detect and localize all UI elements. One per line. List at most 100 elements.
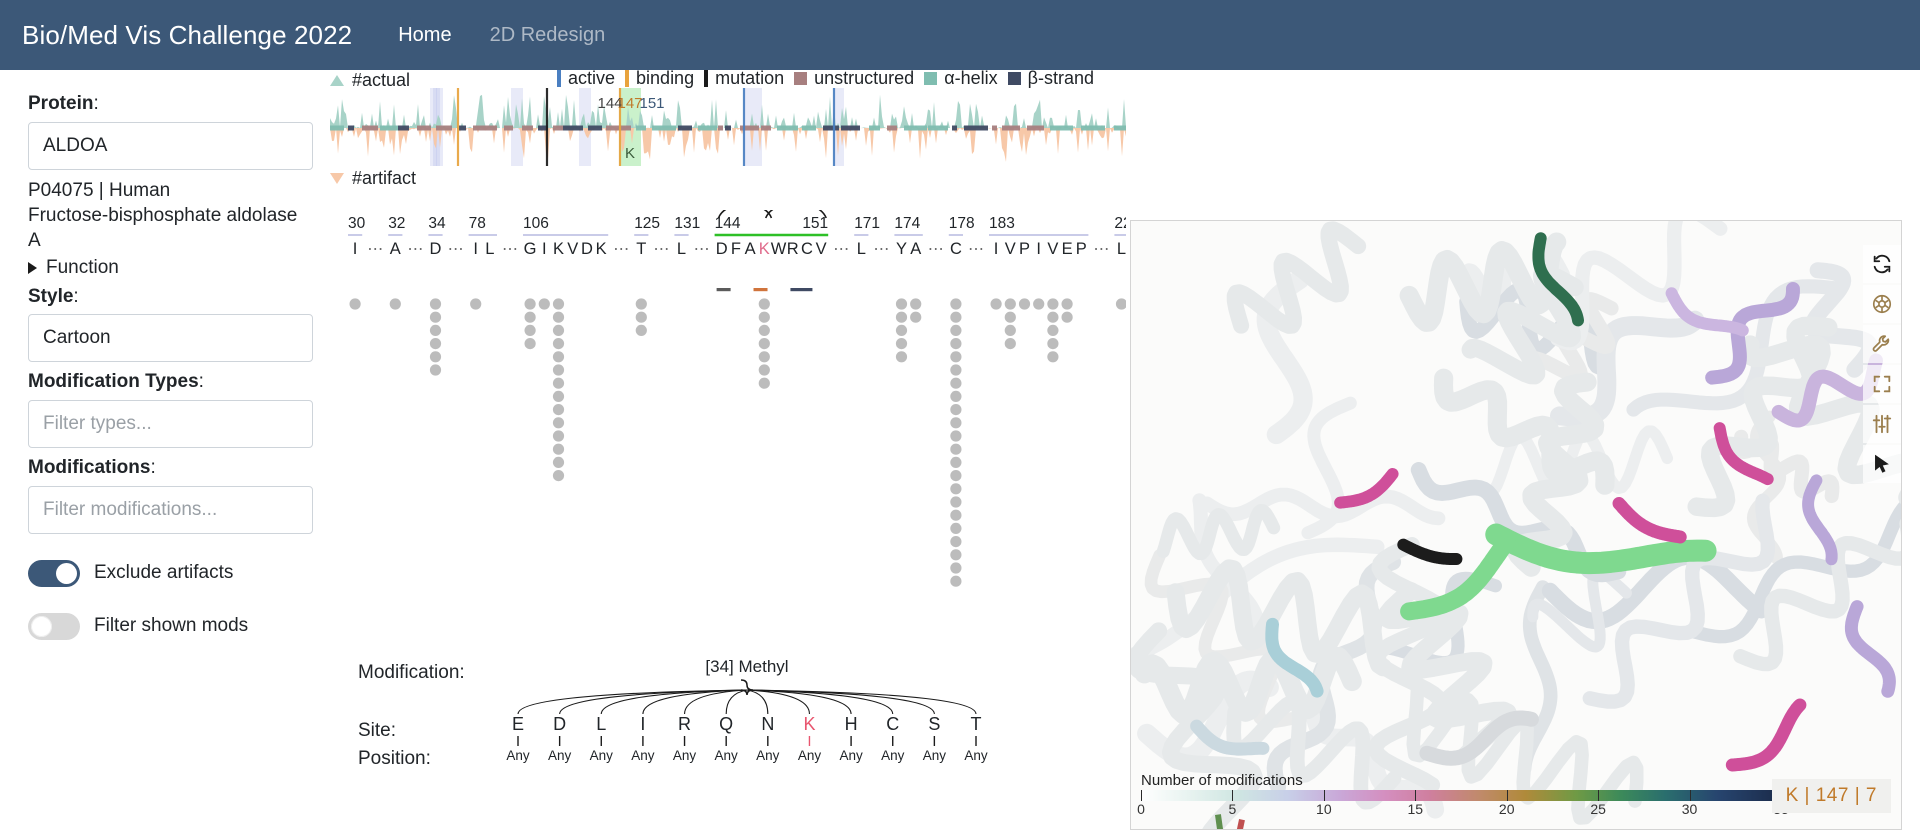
legend-item--strand[interactable]: β-strand: [1008, 68, 1094, 89]
style-select[interactable]: Cartoon: [28, 314, 313, 362]
modification-dot[interactable]: [950, 510, 961, 521]
exclude-artifacts-toggle[interactable]: [28, 560, 80, 587]
sequence-residue[interactable]: I: [473, 240, 478, 258]
modification-tree-svg[interactable]: [34] MethylEAnyDAnyLAnyIAnyRAnyQAnyNAnyK…: [330, 660, 1126, 780]
sequence-residue[interactable]: A: [745, 240, 756, 258]
sequence-residue[interactable]: K: [596, 240, 607, 258]
sequence-residue[interactable]: L: [677, 240, 686, 258]
modification-site[interactable]: C: [886, 714, 899, 734]
sequence-residue[interactable]: I: [542, 240, 547, 258]
modification-dot[interactable]: [950, 364, 961, 375]
settings-wrench-icon[interactable]: [1863, 325, 1901, 363]
modification-dot[interactable]: [539, 298, 550, 309]
modification-dot[interactable]: [390, 298, 401, 309]
sequence-ruler[interactable]: 30I⋯32A⋯34D⋯78IL⋯106GIKVDK⋯125T⋯131L⋯144…: [330, 210, 1126, 288]
sequence-residue[interactable]: I: [353, 240, 358, 258]
modification-dot[interactable]: [759, 298, 770, 309]
sequence-residue[interactable]: D: [581, 240, 593, 258]
sequence-residue[interactable]: L: [1117, 240, 1126, 258]
modification-dot[interactable]: [553, 430, 564, 441]
modification-dot[interactable]: [430, 298, 441, 309]
modification-dot[interactable]: [430, 364, 441, 375]
screenshot-icon[interactable]: [1863, 285, 1901, 323]
modification-dot[interactable]: [950, 404, 961, 415]
legend-item-mutation[interactable]: mutation: [704, 68, 784, 89]
modification-dot[interactable]: [896, 338, 907, 349]
modification-dot[interactable]: [553, 351, 564, 362]
modification-dot[interactable]: [553, 298, 564, 309]
modification-dot[interactable]: [1116, 298, 1126, 309]
modification-dot[interactable]: [896, 312, 907, 323]
modification-dot[interactable]: [950, 430, 961, 441]
modification-dot[interactable]: [896, 298, 907, 309]
modification-dot[interactable]: [759, 378, 770, 389]
modification-dot[interactable]: [896, 351, 907, 362]
legend-item-unstructured[interactable]: unstructured: [794, 68, 914, 89]
modification-site[interactable]: S: [928, 714, 940, 734]
modification-dot[interactable]: [1033, 298, 1044, 309]
modification-dot[interactable]: [950, 312, 961, 323]
sequence-residue[interactable]: V: [1005, 240, 1016, 258]
modification-dot[interactable]: [1005, 325, 1016, 336]
sequence-residue[interactable]: E: [1062, 240, 1073, 258]
modification-dot[interactable]: [553, 364, 564, 375]
overview-canvas[interactable]: 144147151K: [330, 88, 1126, 166]
modification-site[interactable]: R: [678, 714, 691, 734]
modification-dot[interactable]: [553, 338, 564, 349]
modification-dot[interactable]: [950, 391, 961, 402]
sequence-residue[interactable]: G: [524, 240, 537, 258]
modification-dot[interactable]: [950, 470, 961, 481]
modification-dot[interactable]: [1047, 312, 1058, 323]
modification-dot[interactable]: [430, 351, 441, 362]
modification-dot[interactable]: [636, 298, 647, 309]
modification-dot[interactable]: [1062, 298, 1073, 309]
sequence-residue[interactable]: I: [1036, 240, 1041, 258]
sequence-residue[interactable]: R: [787, 240, 799, 258]
modification-dot[interactable]: [896, 325, 907, 336]
modification-dot[interactable]: [553, 417, 564, 428]
controls-sliders-icon[interactable]: [1863, 405, 1901, 443]
sequence-residue[interactable]: V: [816, 240, 827, 258]
modification-dot[interactable]: [950, 576, 961, 587]
modification-dot[interactable]: [759, 338, 770, 349]
modification-site[interactable]: D: [553, 714, 566, 734]
modification-dot[interactable]: [553, 378, 564, 389]
sequence-residue[interactable]: C: [801, 240, 813, 258]
modification-dot[interactable]: [470, 298, 481, 309]
modification-dot[interactable]: [430, 325, 441, 336]
legend-item-binding[interactable]: binding: [625, 68, 694, 89]
sequence-residue[interactable]: K: [759, 240, 770, 258]
legend-item--helix[interactable]: α-helix: [924, 68, 997, 89]
modification-dot[interactable]: [525, 312, 536, 323]
modification-site[interactable]: K: [803, 714, 815, 734]
legend-item-active[interactable]: active: [557, 68, 615, 89]
sequence-residue[interactable]: A: [390, 240, 401, 258]
modification-dot[interactable]: [1005, 338, 1016, 349]
modification-dot[interactable]: [950, 417, 961, 428]
modification-dot[interactable]: [525, 338, 536, 349]
modification-dot[interactable]: [950, 523, 961, 534]
modification-site[interactable]: L: [596, 714, 606, 734]
modification-dot[interactable]: [950, 536, 961, 547]
modification-site[interactable]: I: [640, 714, 645, 734]
modification-dot[interactable]: [759, 312, 770, 323]
modification-dot[interactable]: [1047, 351, 1058, 362]
modification-dot[interactable]: [759, 325, 770, 336]
modification-dot[interactable]: [950, 496, 961, 507]
sequence-residue[interactable]: L: [857, 240, 866, 258]
modification-dot[interactable]: [1005, 298, 1016, 309]
modification-dot[interactable]: [525, 325, 536, 336]
overview-track[interactable]: #actual #artifact 144147151K: [330, 70, 1126, 200]
sequence-residue[interactable]: P: [1076, 240, 1087, 258]
sequence-residue[interactable]: I: [994, 240, 999, 258]
modification-dot[interactable]: [553, 470, 564, 481]
sequence-residue[interactable]: W: [771, 240, 787, 258]
sequence-residue[interactable]: D: [716, 240, 728, 258]
select-cursor-icon[interactable]: [1863, 445, 1901, 483]
sequence-residue[interactable]: V: [1047, 240, 1058, 258]
modification-dot[interactable]: [1047, 338, 1058, 349]
modification-dot[interactable]: [1047, 298, 1058, 309]
sequence-residue[interactable]: P: [1019, 240, 1030, 258]
sequence-residue[interactable]: D: [430, 240, 442, 258]
modification-dot-matrix[interactable]: [330, 288, 1126, 588]
